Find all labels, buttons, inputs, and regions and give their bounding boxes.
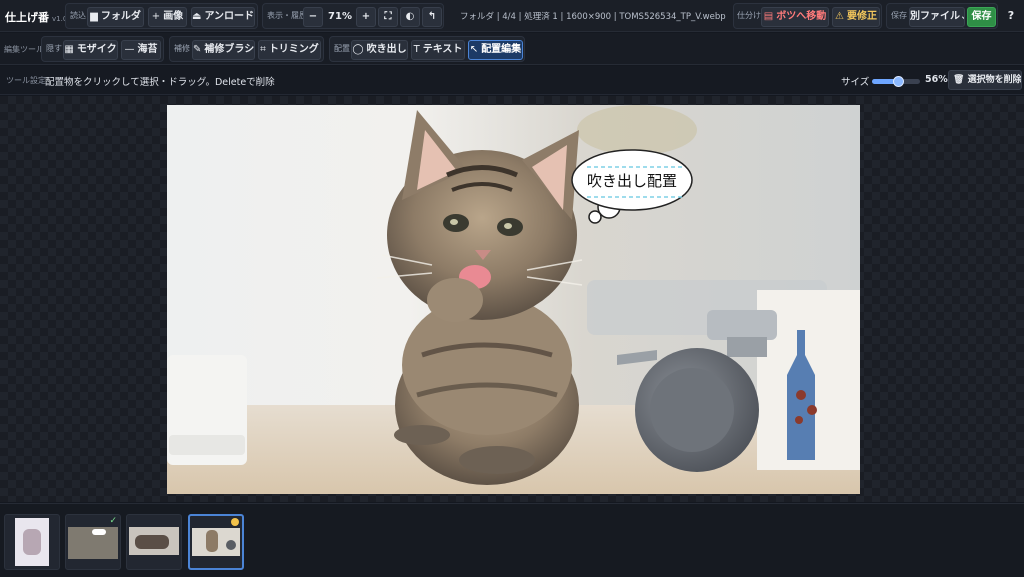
zoom-in-button[interactable]: + bbox=[356, 7, 376, 27]
kitten-photo-illustration: 吹き出し配置 bbox=[167, 105, 860, 494]
kitten-photo[interactable]: 吹き出し配置 bbox=[167, 105, 860, 494]
tool-settings-label: ツール設定 bbox=[6, 76, 46, 85]
move-to-reject-button[interactable]: ▤ ボツへ移動 bbox=[761, 7, 829, 27]
chevron-down-icon: ⌄ bbox=[960, 11, 964, 22]
load-folder-button[interactable]: ▆ フォルダ bbox=[87, 7, 144, 27]
plus-icon: + bbox=[151, 11, 161, 22]
dash-icon: — bbox=[124, 44, 135, 55]
thumbnail-3-subject bbox=[135, 535, 169, 549]
tool-hint: 配置物をクリックして選択・ドラッグ。Deleteで削除 bbox=[45, 77, 275, 88]
grid-icon: ▦ bbox=[64, 44, 74, 55]
save-group-label: 保存 bbox=[891, 11, 907, 20]
contrast-icon[interactable]: ◐ bbox=[400, 7, 420, 27]
bubble-text[interactable]: 吹き出し配置 bbox=[587, 172, 677, 190]
size-slider-handle[interactable] bbox=[892, 76, 904, 87]
upload-button[interactable]: ⏏ アンロード bbox=[191, 7, 255, 27]
size-label: サイズ bbox=[841, 77, 870, 88]
help-button[interactable]: ? bbox=[1001, 3, 1021, 29]
text-button[interactable]: T テキスト bbox=[411, 40, 465, 60]
tray-icon: ▤ bbox=[763, 11, 774, 22]
repair-group: 補修 ✎ 補修ブラシ ⌗ トリミング bbox=[169, 36, 324, 62]
repair-group-label: 補修 bbox=[174, 44, 190, 53]
save-as-select[interactable]: 別ファイル⌄ bbox=[909, 7, 965, 27]
view-group: 表示・履歴 − 71% + ⛶ ◐ ↰ bbox=[262, 3, 444, 29]
repair-brush-button[interactable]: ✎ 補修ブラシ bbox=[192, 40, 255, 60]
mosaic-button[interactable]: ▦ モザイク bbox=[63, 40, 118, 60]
hide-group: 隠す ▦ モザイク — 海苔 bbox=[41, 36, 164, 62]
text-icon: T bbox=[413, 44, 420, 55]
upload-icon: ⏏ bbox=[192, 11, 202, 22]
undo-icon[interactable]: ↰ bbox=[422, 7, 442, 27]
thumbnail-strip: ✓ bbox=[0, 503, 1024, 577]
needs-fix-button[interactable]: ⚠ 要修正 bbox=[832, 7, 880, 27]
tool-settings-bar: ツール設定 配置物をクリックして選択・ドラッグ。Deleteで削除 サイズ 56… bbox=[0, 66, 1024, 95]
thumbnail-1[interactable] bbox=[4, 514, 60, 570]
fit-icon[interactable]: ⛶ bbox=[378, 7, 398, 27]
warning-icon: ⚠ bbox=[835, 11, 844, 22]
done-check-icon: ✓ bbox=[109, 516, 117, 526]
edit-toolbar: 編集ツール 隠す ▦ モザイク — 海苔 補修 ✎ 補修ブラシ ⌗ トリミング 配置 ◯… bbox=[0, 33, 1024, 65]
place-group-label: 配置 bbox=[334, 44, 350, 53]
thumbnail-4-subject bbox=[206, 530, 218, 552]
canvas-stage: 吹き出し配置 bbox=[0, 96, 1024, 502]
status-info: フォルダ | 4/4 | 処理済 1 | 1600×900 | TOMS5265… bbox=[460, 12, 728, 22]
thumbnail-2[interactable]: ✓ bbox=[65, 514, 121, 570]
sort-group: 仕分け ▤ ボツへ移動 ⚠ 要修正 bbox=[733, 3, 882, 29]
hide-group-label: 隠す bbox=[46, 44, 62, 53]
delete-selected-button[interactable]: 🗑 選択物を削除 bbox=[948, 70, 1022, 90]
view-group-label: 表示・履歴 bbox=[267, 11, 307, 20]
zoom-out-button[interactable]: − bbox=[303, 7, 323, 27]
thumbnail-3[interactable] bbox=[126, 514, 182, 570]
nori-button[interactable]: — 海苔 bbox=[121, 40, 161, 60]
save-button[interactable]: 保存 bbox=[967, 7, 996, 27]
zoom-level: 71% bbox=[328, 11, 352, 22]
main-toolbar: 仕上げ番 v1.0.0 読込 ▆ フォルダ + 画像 ⏏ アンロード 表示・履歴 − 7… bbox=[0, 0, 1024, 32]
trimming-button[interactable]: ⌗ トリミング bbox=[258, 40, 321, 60]
thumbnail-4[interactable] bbox=[188, 514, 244, 570]
flag-dot-icon bbox=[231, 518, 239, 526]
trash-icon: 🗑 bbox=[953, 75, 965, 85]
crop-icon: ⌗ bbox=[260, 44, 266, 55]
load-group-label: 読込 bbox=[70, 11, 86, 20]
load-group: 読込 ▆ フォルダ + 画像 ⏏ アンロード bbox=[65, 3, 258, 29]
sort-group-label: 仕分け bbox=[737, 11, 761, 20]
circle-icon: ◯ bbox=[352, 44, 364, 55]
cursor-icon: ↖ bbox=[469, 44, 479, 55]
brush-icon: ✎ bbox=[193, 44, 202, 55]
edit-tools-label: 編集ツール bbox=[4, 45, 44, 54]
load-image-button[interactable]: + 画像 bbox=[148, 7, 187, 27]
thumbnail-4-wheel bbox=[226, 540, 236, 550]
bubble-button[interactable]: ◯ 吹き出し bbox=[351, 40, 408, 60]
thumbnail-1-subject bbox=[23, 529, 41, 555]
folder-icon: ▆ bbox=[90, 11, 98, 22]
size-slider[interactable] bbox=[872, 76, 920, 87]
app-brand: 仕上げ番 v1.0.0 bbox=[5, 9, 74, 25]
size-value: 56% bbox=[925, 74, 948, 85]
place-group: 配置 ◯ 吹き出し T テキスト ↖ 配置編集 bbox=[329, 36, 525, 62]
placement-edit-button[interactable]: ↖ 配置編集 bbox=[468, 40, 523, 60]
app-name: 仕上げ番 bbox=[5, 11, 49, 24]
thumbnail-2-bubble bbox=[92, 529, 106, 535]
save-group: 保存 別ファイル⌄ 保存 bbox=[886, 3, 998, 29]
